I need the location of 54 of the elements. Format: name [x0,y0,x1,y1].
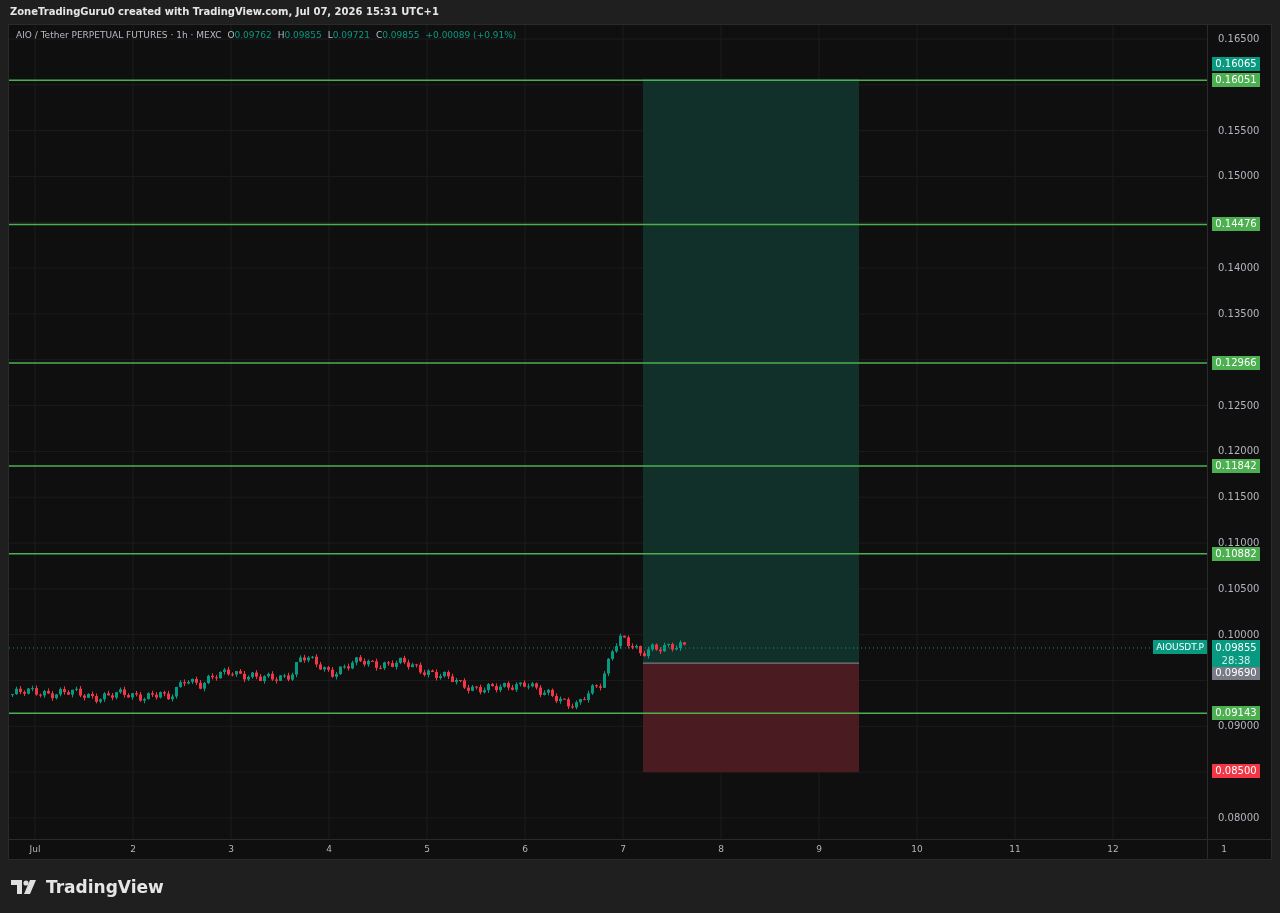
loss-zone[interactable] [643,663,859,773]
ohlc-value: 0.09762 [234,30,272,40]
time-label: 6 [521,844,529,854]
time-label: 5 [423,844,431,854]
level-price-tag: 0.10882 [1212,546,1260,561]
level-price-tag: 0.11842 [1212,458,1260,473]
symbol-title: AIO / Tether PERPETUAL FUTURES · 1h · MEXC [16,30,222,40]
time-label: 11 [1008,844,1022,854]
bar-countdown: 28:38 [1221,654,1251,667]
price-tick: 0.12000 [1218,445,1260,457]
price-tick: 0.14000 [1218,262,1260,274]
chart-caption: ZoneTradingGuru0 created with TradingView.com, Jul 07, 2026 15:31 UTC+1 [9,5,440,19]
ohlc-label: O [227,30,235,40]
level-price-tag: 0.14476 [1212,217,1260,232]
price-tick: 0.13500 [1218,307,1260,319]
price-tick: 0.11500 [1218,491,1260,503]
level-price-tag: 0.09143 [1212,706,1260,721]
price-change: +0.00089 (+0.91%) [425,30,517,40]
level-price-tag: 0.12966 [1212,355,1260,370]
horizontal-level-line[interactable] [9,79,1207,81]
symbol-price-tag: AIOUSDT.P [1153,640,1207,654]
ohlc-value: 0.09855 [382,30,420,40]
price-tick: 0.15000 [1218,170,1260,182]
time-label: 12 [1106,844,1120,854]
price-tick: 0.10500 [1218,582,1260,594]
time-label: Jul [28,844,42,854]
horizontal-level-line[interactable] [9,553,1207,555]
time-label: 9 [815,844,823,854]
price-tick: 0.10000 [1218,628,1260,640]
last-price: 0.09855 [1215,641,1257,654]
price-tick: 0.15500 [1218,124,1260,136]
time-label: 3 [227,844,235,854]
ohlc-label: C [376,30,383,40]
time-label: 8 [717,844,725,854]
ohlc-value: 0.09855 [284,30,322,40]
brand-name: TradingView [46,877,164,897]
price-tick: 0.16500 [1218,33,1260,44]
time-label: 1 [1220,844,1228,854]
price-tick: 0.09000 [1218,720,1260,732]
time-label: 7 [619,844,627,854]
level-price-tag: 0.16051 [1212,73,1260,88]
time-label: 2 [129,844,137,854]
time-label: 4 [325,844,333,854]
ohlc-value: 0.09721 [332,30,370,40]
price-tick: 0.11000 [1218,537,1260,549]
horizontal-level-line[interactable] [9,223,1207,226]
ohlc-label: H [277,30,285,40]
ohlc-label: L [327,30,333,40]
time-label: 10 [910,844,924,854]
price-tick: 0.12500 [1218,399,1260,411]
target-price-tag: 0.16065 [1212,56,1260,71]
price-tick: 0.08000 [1218,812,1260,823]
horizontal-level-line[interactable] [9,712,1207,714]
stop-price-tag: 0.08500 [1212,764,1260,779]
